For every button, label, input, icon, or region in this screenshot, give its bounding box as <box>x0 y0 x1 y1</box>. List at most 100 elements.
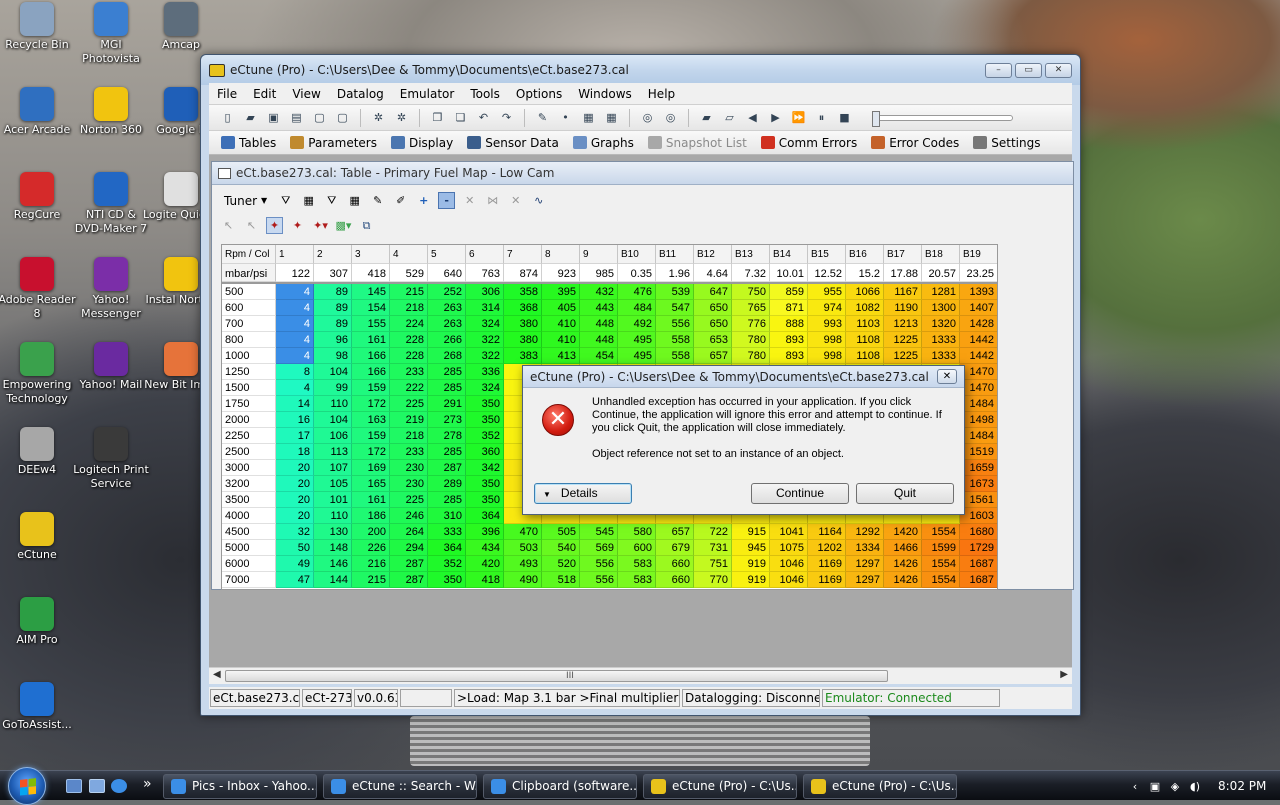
table-cell[interactable]: 660 <box>656 556 694 572</box>
table-cell[interactable]: 1428 <box>960 316 997 332</box>
table-cell[interactable]: 358 <box>504 284 542 300</box>
disk-save-icon[interactable]: ▦ <box>603 109 620 126</box>
table-cell[interactable]: 420 <box>466 556 504 572</box>
column-header[interactable]: B15 <box>808 245 846 264</box>
settings-gear-icon[interactable]: ✲ <box>370 109 387 126</box>
table-cell[interactable]: 780 <box>732 332 770 348</box>
interpolate-icon[interactable]: ✕ <box>461 192 478 209</box>
table-cell[interactable]: 285 <box>428 492 466 508</box>
table-cell[interactable]: 106 <box>314 428 352 444</box>
record-icon[interactable]: ◎ <box>639 109 656 126</box>
table-cell[interactable]: 1046 <box>770 572 808 588</box>
table-cell[interactable]: 893 <box>770 348 808 364</box>
table-cell[interactable]: 1470 <box>960 380 997 396</box>
menu-tools[interactable]: Tools <box>470 87 500 101</box>
table-cell[interactable]: 1484 <box>960 428 997 444</box>
graphs-button[interactable]: Graphs <box>572 136 634 150</box>
interpolate-h-icon[interactable]: ⋈ <box>484 192 501 209</box>
table-cell[interactable]: 333 <box>428 524 466 540</box>
table-cell[interactable]: 161 <box>352 492 390 508</box>
close-log-icon[interactable]: ▱ <box>721 109 738 126</box>
desktop-icon[interactable]: Norton 360 <box>72 87 150 137</box>
table-cell[interactable]: 166 <box>352 348 390 364</box>
table-cell[interactable]: 380 <box>504 316 542 332</box>
rpm-label[interactable]: 500 <box>222 284 276 300</box>
table-cell[interactable]: 20 <box>276 476 314 492</box>
table-cell[interactable]: 545 <box>580 524 618 540</box>
table-cell[interactable]: 647 <box>694 284 732 300</box>
table-cell[interactable]: 556 <box>580 572 618 588</box>
table-cell[interactable]: 96 <box>314 332 352 348</box>
table-cell[interactable]: 219 <box>390 412 428 428</box>
delete-icon[interactable]: ▢ <box>334 109 351 126</box>
gear-alt-icon[interactable]: ✲ <box>393 109 410 126</box>
table-cell[interactable]: 492 <box>618 316 656 332</box>
rpm-label[interactable]: 5000 <box>222 540 276 556</box>
table-cell[interactable]: 285 <box>428 380 466 396</box>
table-cell[interactable]: 230 <box>390 476 428 492</box>
table-cell[interactable]: 503 <box>504 540 542 556</box>
table-cell[interactable]: 558 <box>656 332 694 348</box>
table-cell[interactable]: 583 <box>618 572 656 588</box>
table-cell[interactable]: 350 <box>466 396 504 412</box>
table-cell[interactable]: 105 <box>314 476 352 492</box>
table-cell[interactable]: 405 <box>542 300 580 316</box>
table-cell[interactable]: 273 <box>428 412 466 428</box>
table-cell[interactable]: 350 <box>466 476 504 492</box>
desktop-icon[interactable]: Amcap <box>142 2 220 52</box>
table-cell[interactable]: 1673 <box>960 476 997 492</box>
save-icon[interactable]: ▣ <box>265 109 282 126</box>
table-cell[interactable]: 336 <box>466 364 504 380</box>
rpm-label[interactable]: 2500 <box>222 444 276 460</box>
snapshot-list-button[interactable]: Snapshot List <box>647 136 747 150</box>
table-cell[interactable]: 770 <box>694 572 732 588</box>
taskbar-button[interactable]: eCtune (Pro) - C:\Us... <box>643 774 797 799</box>
table-cell[interactable]: 418 <box>466 572 504 588</box>
table-cell[interactable]: 1659 <box>960 460 997 476</box>
table-cell[interactable]: 310 <box>428 508 466 524</box>
table-cell[interactable]: 998 <box>808 348 846 364</box>
menu-edit[interactable]: Edit <box>253 87 276 101</box>
table-cell[interactable]: 520 <box>542 556 580 572</box>
taskbar-button[interactable]: Pics - Inbox - Yahoo... <box>163 774 317 799</box>
interpolate-v-icon[interactable]: ✕ <box>507 192 524 209</box>
load-header[interactable]: 10.01 <box>770 264 808 282</box>
show-desktop-icon[interactable] <box>66 779 82 793</box>
switch-windows-icon[interactable] <box>89 779 105 793</box>
pause-icon[interactable]: ⏸ <box>813 109 830 126</box>
table-cell[interactable]: 350 <box>428 572 466 588</box>
funnel-icon[interactable]: ⛛ <box>323 192 340 209</box>
table-cell[interactable]: 1297 <box>846 556 884 572</box>
desktop-icon[interactable]: GoToAssist... <box>0 682 76 732</box>
table-cell[interactable]: 650 <box>694 300 732 316</box>
table-cell[interactable]: 350 <box>466 492 504 508</box>
table-cell[interactable]: 107 <box>314 460 352 476</box>
table-cell[interactable]: 915 <box>732 524 770 540</box>
window-titlebar[interactable]: eCtune (Pro) - C:\Users\Dee & Tommy\Docu… <box>201 55 1080 85</box>
table-cell[interactable]: 505 <box>542 524 580 540</box>
table-cell[interactable]: 731 <box>694 540 732 556</box>
table-cell[interactable]: 1599 <box>922 540 960 556</box>
table-cell[interactable]: 1687 <box>960 572 997 588</box>
table-cell[interactable]: 657 <box>656 524 694 540</box>
column-header[interactable]: 5 <box>428 245 466 264</box>
table-cell[interactable]: 1046 <box>770 556 808 572</box>
table-cell[interactable]: 493 <box>504 556 542 572</box>
rpm-label[interactable]: 700 <box>222 316 276 332</box>
table-cell[interactable]: 1393 <box>960 284 997 300</box>
column-header[interactable]: B11 <box>656 245 694 264</box>
table-cell[interactable]: 1190 <box>884 300 922 316</box>
table-cell[interactable]: 490 <box>504 572 542 588</box>
table-cell[interactable]: 1333 <box>922 348 960 364</box>
table-cell[interactable]: 20 <box>276 460 314 476</box>
table-cell[interactable]: 1426 <box>884 572 922 588</box>
table-cell[interactable]: 859 <box>770 284 808 300</box>
menu-datalog[interactable]: Datalog <box>337 87 384 101</box>
table-cell[interactable]: 200 <box>352 524 390 540</box>
table-cell[interactable]: 113 <box>314 444 352 460</box>
dialog-close-button[interactable]: ✕ <box>937 369 957 384</box>
start-button[interactable] <box>8 767 46 805</box>
table-cell[interactable]: 230 <box>390 460 428 476</box>
pen-icon[interactable]: ✎ <box>534 109 551 126</box>
table-cell[interactable]: 1082 <box>846 300 884 316</box>
